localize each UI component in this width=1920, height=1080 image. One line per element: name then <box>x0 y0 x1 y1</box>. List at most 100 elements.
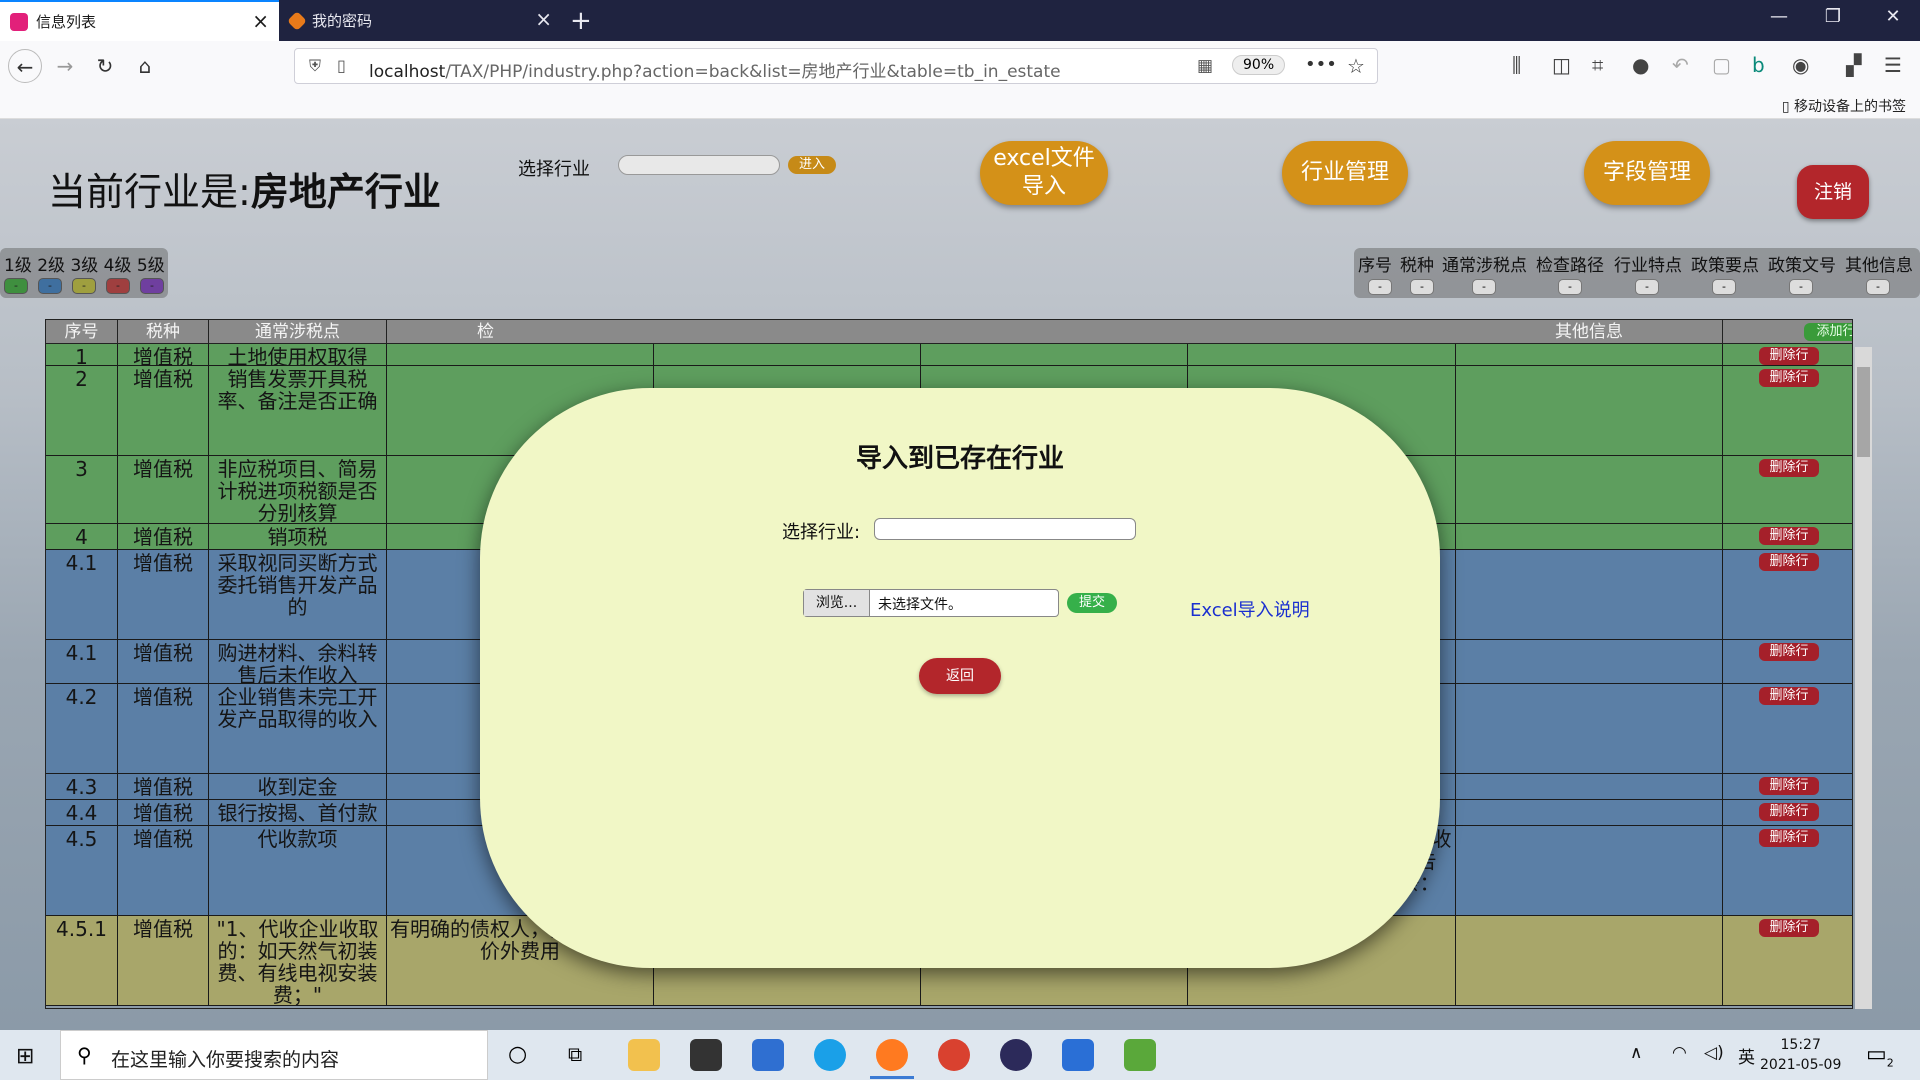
column-toggle-button[interactable]: - <box>1866 279 1890 295</box>
column-toggle-button[interactable]: - <box>1368 279 1392 295</box>
column-toggle-button[interactable]: - <box>1789 279 1813 295</box>
level-1-toggle[interactable]: - <box>4 278 28 294</box>
delete-row-button[interactable]: 删除行 <box>1759 347 1819 365</box>
delete-row-button[interactable]: 删除行 <box>1759 803 1819 821</box>
apps-icon[interactable]: ▞ <box>1846 53 1861 77</box>
home-icon[interactable]: ⌂ <box>128 49 162 83</box>
field-management-button[interactable]: 字段管理 <box>1584 141 1710 205</box>
delete-row-button[interactable]: 删除行 <box>1759 527 1819 545</box>
mail-icon[interactable] <box>752 1039 784 1071</box>
taskbar-search[interactable]: ⚲ 在这里输入你要搜索的内容 <box>60 1030 488 1080</box>
address-bar[interactable]: ⛨ ▯ localhost/TAX/PHP/industry.php?actio… <box>294 48 1378 84</box>
new-tab-icon[interactable]: + <box>570 6 592 36</box>
delete-row-button[interactable]: 删除行 <box>1759 553 1819 571</box>
task-view-icon[interactable]: ⧉ <box>568 1042 582 1066</box>
tab-info-list[interactable]: 信息列表 × <box>0 0 279 41</box>
more-actions-icon[interactable]: ••• <box>1305 54 1337 75</box>
delete-row-button[interactable]: 删除行 <box>1759 919 1819 937</box>
cell-tax: 增值税 <box>118 524 209 549</box>
messaging-icon[interactable] <box>814 1039 846 1071</box>
delete-row-button[interactable]: 删除行 <box>1759 829 1819 847</box>
level-2-toggle[interactable]: - <box>38 278 62 294</box>
zoom-level[interactable]: 90% <box>1232 55 1286 75</box>
file-input[interactable]: 浏览... 未选择文件。 <box>803 589 1059 617</box>
return-button[interactable]: 返回 <box>919 658 1001 694</box>
chat-icon[interactable]: ● <box>1632 53 1649 77</box>
windows-start-icon[interactable]: ⊞ <box>16 1044 34 1069</box>
screenshot-icon[interactable]: ⌗ <box>1592 53 1603 77</box>
menu-icon[interactable]: ☰ <box>1884 53 1902 77</box>
close-window-icon[interactable]: ✕ <box>1866 6 1920 27</box>
writer-icon[interactable] <box>1062 1039 1094 1071</box>
chrome-icon[interactable] <box>938 1039 970 1071</box>
submit-button[interactable]: 提交 <box>1067 593 1117 613</box>
delete-row-button[interactable]: 删除行 <box>1759 643 1819 661</box>
account-icon[interactable]: ◉ <box>1792 53 1809 77</box>
tab-my-password[interactable]: 我的密码 × <box>280 0 562 41</box>
column-toggle-button[interactable]: - <box>1635 279 1659 295</box>
cell-point: 非应税项目、简易计税进项税额是否分别核算 <box>209 456 387 523</box>
cell-no: 4.3 <box>46 774 118 799</box>
page-title: 当前行业是:房地产行业 <box>48 170 441 214</box>
network-icon[interactable]: ◠ <box>1672 1043 1687 1063</box>
volume-icon[interactable]: ◁) <box>1704 1043 1724 1063</box>
notification-icon[interactable]: ▭2 <box>1866 1042 1894 1069</box>
select-industry-input[interactable] <box>618 155 780 175</box>
browse-button[interactable]: 浏览... <box>804 590 870 616</box>
mobile-bookmarks[interactable]: ▯ 移动设备上的书签 <box>1782 96 1906 116</box>
bookmark-star-icon[interactable]: ☆ <box>1347 54 1365 78</box>
clock[interactable]: 15:27 2021-05-09 <box>1760 1035 1841 1075</box>
chevron-up-icon[interactable]: ∧ <box>1630 1043 1642 1063</box>
delete-row-button[interactable]: 删除行 <box>1759 687 1819 705</box>
forward-icon[interactable]: → <box>48 49 82 83</box>
reload-icon[interactable]: ↻ <box>88 49 122 83</box>
delete-row-button[interactable]: 删除行 <box>1759 777 1819 795</box>
minimize-icon[interactable]: — <box>1752 6 1806 27</box>
close-tab-icon[interactable]: × <box>252 11 269 31</box>
column-name: 序号 <box>1358 256 1392 276</box>
restore-icon[interactable]: ❐ <box>1806 6 1860 27</box>
page-info-icon[interactable]: ▯ <box>337 56 346 75</box>
back-icon[interactable]: ← <box>8 49 42 83</box>
excel-help-link[interactable]: Excel导入说明 <box>1190 596 1310 622</box>
level-5-toggle[interactable]: - <box>140 278 164 294</box>
close-tab-icon[interactable]: × <box>535 9 552 29</box>
enter-button[interactable]: 进入 <box>788 156 836 174</box>
cell-no: 1 <box>46 344 118 365</box>
column-toggle-button[interactable]: - <box>1410 279 1434 295</box>
dialog-industry-input[interactable] <box>874 518 1136 540</box>
industry-management-button[interactable]: 行业管理 <box>1282 141 1408 205</box>
cell-empty <box>1456 826 1723 915</box>
cell-empty <box>1456 524 1723 549</box>
library-icon[interactable]: ⫼ <box>1512 53 1521 77</box>
column-toggle-button[interactable]: - <box>1712 279 1736 295</box>
bing-icon[interactable]: b <box>1752 53 1765 77</box>
column-name: 政策要点 <box>1691 256 1759 276</box>
column-name: 政策文号 <box>1768 256 1836 276</box>
column-toggle-button[interactable]: - <box>1472 279 1496 295</box>
scrollbar-thumb[interactable] <box>1857 367 1870 457</box>
file-explorer-icon[interactable] <box>628 1039 660 1071</box>
level-3-toggle[interactable]: - <box>72 278 96 294</box>
extension-icon[interactable]: ▢ <box>1712 53 1731 77</box>
delete-row-button[interactable]: 删除行 <box>1759 369 1819 387</box>
firefox-icon[interactable] <box>876 1039 908 1071</box>
delete-row-button[interactable]: 删除行 <box>1759 459 1819 477</box>
qr-code-icon[interactable]: ▦ <box>1197 56 1213 76</box>
store-icon[interactable] <box>690 1039 722 1071</box>
excel-import-button[interactable]: excel文件 导入 <box>980 141 1108 205</box>
spreadsheet-icon[interactable] <box>1124 1039 1156 1071</box>
add-row-button[interactable]: 添加行 <box>1804 323 1852 341</box>
eclipse-icon[interactable] <box>1000 1039 1032 1071</box>
table-scrollbar[interactable] <box>1855 347 1872 1009</box>
cell-empty <box>1456 640 1723 683</box>
logout-button[interactable]: 注销 <box>1797 165 1869 219</box>
shield-icon[interactable]: ⛨ <box>309 56 321 76</box>
cortana-icon[interactable]: ○ <box>508 1042 527 1067</box>
sidebar-icon[interactable]: ◫ <box>1552 53 1571 77</box>
level-4-toggle[interactable]: - <box>106 278 130 294</box>
ime-indicator[interactable]: 英 <box>1738 1043 1755 1068</box>
undo-icon[interactable]: ↶ <box>1672 53 1689 77</box>
time: 15:27 <box>1780 1037 1821 1053</box>
column-toggle-button[interactable]: - <box>1558 279 1582 295</box>
